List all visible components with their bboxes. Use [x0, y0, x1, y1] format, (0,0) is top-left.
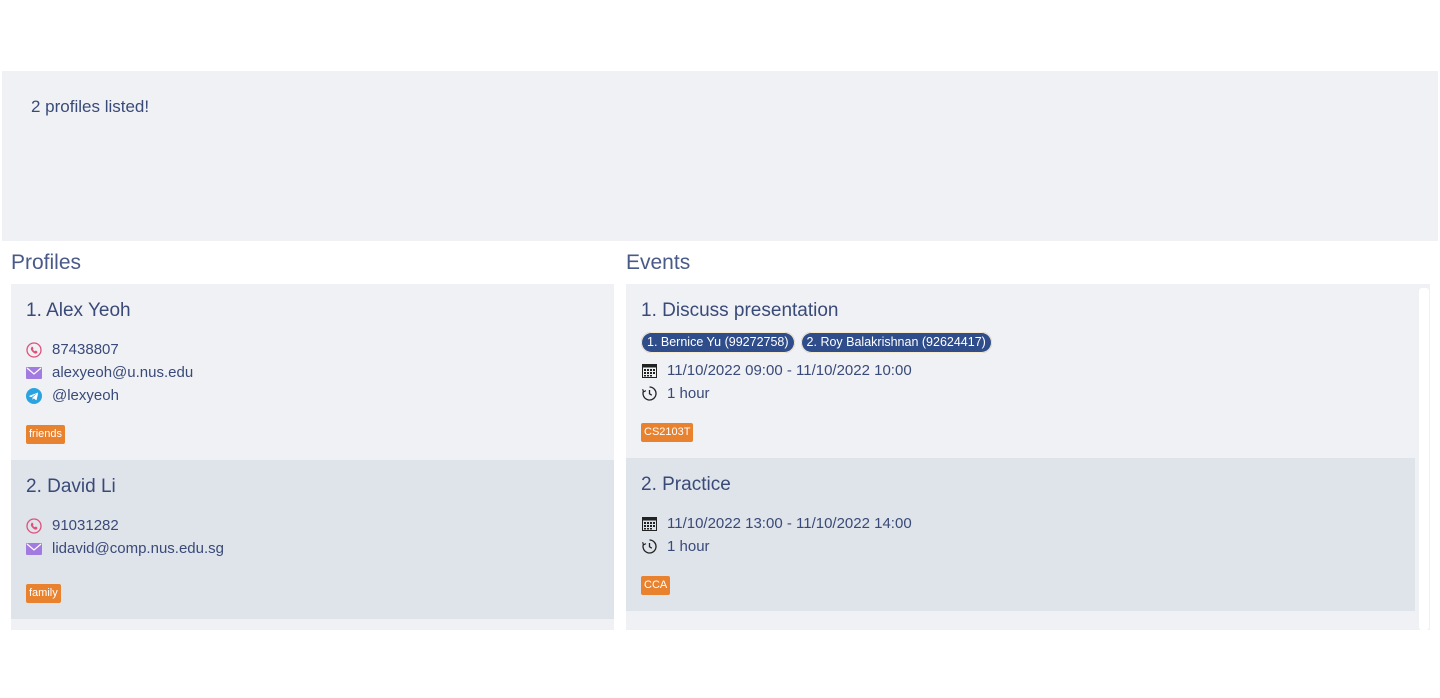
events-panel-title: Events: [626, 251, 691, 274]
events-scrollbar-thumb[interactable]: [1419, 288, 1429, 630]
calendar-icon: [641, 363, 657, 379]
profile-card[interactable]: 1. Alex Yeoh 87438807 alexyeoh@u.nus.edu…: [11, 284, 614, 460]
profile-phone: 87438807: [52, 341, 119, 358]
profile-email-row: alexyeoh@u.nus.edu: [26, 364, 193, 381]
event-attendees: 1. Bernice Yu (99272758) 2. Roy Balakris…: [641, 332, 998, 353]
profile-email: lidavid@comp.nus.edu.sg: [52, 540, 224, 557]
profile-telegram-row: @lexyeoh: [26, 387, 119, 404]
email-icon: [26, 365, 42, 381]
email-icon: [26, 541, 42, 557]
profile-tag: family: [26, 584, 61, 603]
event-tag: CCA: [641, 576, 671, 595]
profiles-panel-title: Profiles: [11, 251, 82, 274]
profile-phone-row: 87438807: [26, 341, 119, 358]
event-tag: CS2103T: [641, 423, 694, 442]
clock-icon: [641, 539, 657, 555]
event-title: 2. Practice: [641, 474, 731, 495]
event-card[interactable]: 2. Practice 11/10/2022 13:00 - 11/10/202…: [626, 458, 1415, 611]
event-datetime-row: 11/10/2022 09:00 - 11/10/2022 10:00: [641, 362, 912, 379]
phone-icon: [26, 341, 42, 358]
event-datetime: 11/10/2022 13:00 - 11/10/2022 14:00: [667, 515, 912, 532]
profile-telegram: @lexyeoh: [52, 387, 119, 404]
event-datetime: 11/10/2022 09:00 - 11/10/2022 10:00: [667, 362, 912, 379]
profile-name: 1. Alex Yeoh: [26, 300, 131, 321]
events-list[interactable]: 1. Discuss presentation 1. Bernice Yu (9…: [626, 284, 1430, 630]
event-duration: 1 hour: [667, 538, 710, 555]
profile-phone: 91031282: [52, 517, 119, 534]
profile-email-row: lidavid@comp.nus.edu.sg: [26, 540, 224, 557]
attendee-chip: 1. Bernice Yu (99272758): [641, 332, 795, 353]
event-duration-row: 1 hour: [641, 538, 710, 555]
event-datetime-row: 11/10/2022 13:00 - 11/10/2022 14:00: [641, 515, 912, 532]
result-message: 2 profiles listed!: [31, 97, 150, 116]
calendar-icon: [641, 516, 657, 532]
attendee-chip: 2. Roy Balakrishnan (92624417): [800, 332, 992, 353]
profile-name: 2. David Li: [26, 476, 116, 497]
event-duration-row: 1 hour: [641, 385, 710, 402]
profiles-list[interactable]: 1. Alex Yeoh 87438807 alexyeoh@u.nus.edu…: [11, 284, 614, 630]
result-display: 2 profiles listed!: [2, 71, 1438, 241]
clock-icon: [641, 386, 657, 402]
event-duration: 1 hour: [667, 385, 710, 402]
telegram-icon: [26, 387, 42, 404]
profile-phone-row: 91031282: [26, 517, 119, 534]
phone-icon: [26, 517, 42, 534]
events-scrollbar[interactable]: [1416, 284, 1430, 630]
profile-email: alexyeoh@u.nus.edu: [52, 364, 194, 381]
event-title: 1. Discuss presentation: [641, 300, 839, 321]
event-card[interactable]: 1. Discuss presentation 1. Bernice Yu (9…: [626, 284, 1415, 458]
profile-card[interactable]: 2. David Li 91031282 lidavid@comp.nus.ed…: [11, 460, 614, 619]
profile-tag: friends: [26, 425, 66, 444]
